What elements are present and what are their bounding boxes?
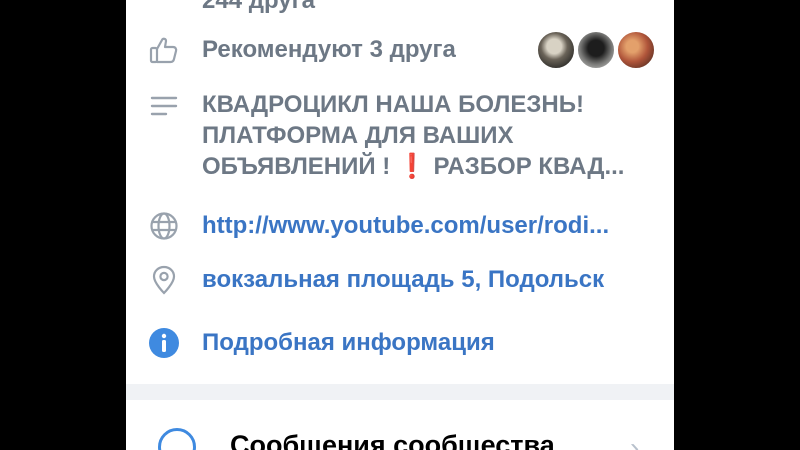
avatar <box>576 30 616 70</box>
website-row[interactable]: http://www.youtube.com/user/rodi... <box>126 208 674 248</box>
community-info-panel: 244 друга Рекомендуют 3 друга КВАДРОЦИКЛ… <box>126 0 674 450</box>
recommend-row[interactable]: Рекомендуют 3 друга <box>126 30 674 70</box>
info-icon <box>148 327 180 359</box>
chevron-right-icon: › <box>630 432 640 450</box>
recommend-text: Рекомендуют 3 друга <box>202 36 456 63</box>
avatar <box>616 30 656 70</box>
address-row[interactable]: вокзальная площадь 5, Подольск <box>126 262 674 302</box>
thumbs-up-icon <box>148 34 180 66</box>
message-bubble-icon <box>158 428 196 450</box>
details-link[interactable]: Подробная информация <box>202 328 495 358</box>
info-card: 244 друга Рекомендуют 3 друга КВАДРОЦИКЛ… <box>126 0 674 384</box>
globe-icon <box>148 210 180 242</box>
messages-title: Сообщения сообщества <box>230 430 555 450</box>
details-row[interactable]: Подробная информация <box>126 325 674 365</box>
website-link[interactable]: http://www.youtube.com/user/rodi... <box>202 211 609 241</box>
friend-avatars <box>536 30 656 70</box>
description-text: КВАДРОЦИКЛ НАША БОЛЕЗНЬ! ПЛАТФОРМА ДЛЯ В… <box>202 91 625 180</box>
community-messages-card[interactable]: Сообщения сообщества › <box>126 400 674 450</box>
avatar <box>536 30 576 70</box>
text-lines-icon <box>148 90 180 122</box>
address-link[interactable]: вокзальная площадь 5, Подольск <box>202 265 604 295</box>
location-pin-icon <box>148 264 180 296</box>
friends-count-text: 244 друга <box>202 0 315 14</box>
friends-row[interactable]: 244 друга <box>126 0 674 16</box>
description-row[interactable]: КВАДРОЦИКЛ НАША БОЛЕЗНЬ! ПЛАТФОРМА ДЛЯ В… <box>126 88 674 188</box>
